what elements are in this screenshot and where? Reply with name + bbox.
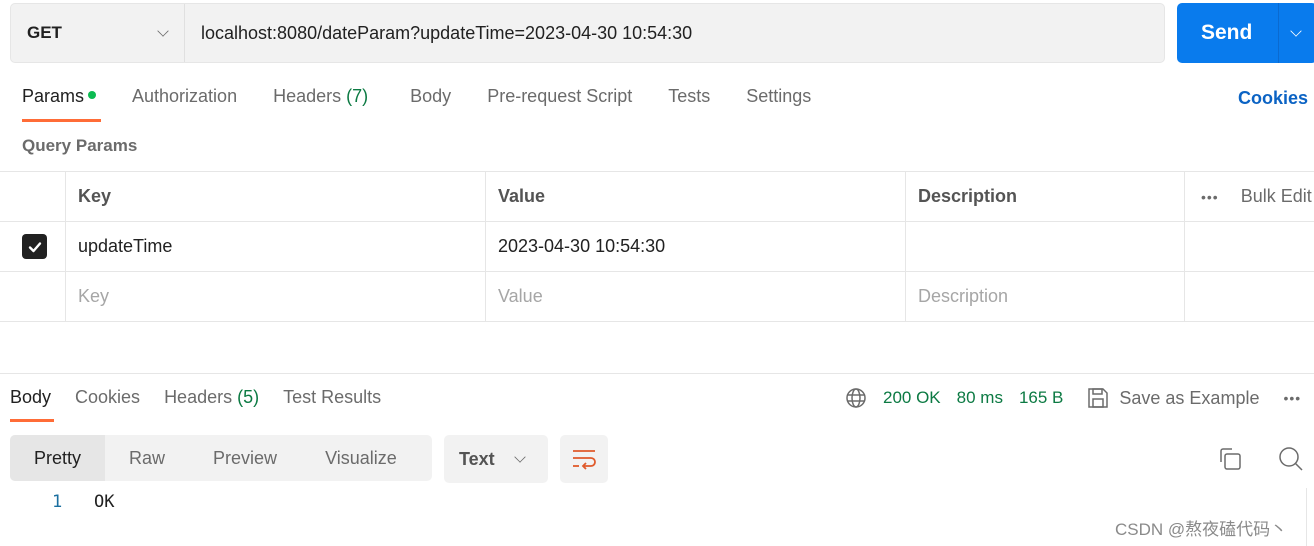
response-size[interactable]: 165 B (1019, 388, 1063, 408)
active-tab-indicator (22, 119, 101, 122)
key-column-header: Key (66, 172, 486, 221)
param-key[interactable]: updateTime (66, 222, 486, 271)
chevron-down-icon (514, 451, 526, 463)
param-description[interactable] (906, 222, 1185, 271)
view-preview[interactable]: Preview (189, 435, 301, 481)
search-button[interactable] (1278, 446, 1304, 477)
response-tab-headers[interactable]: Headers (5) (164, 387, 259, 408)
row-enabled-checkbox[interactable] (22, 234, 47, 259)
tab-authorization[interactable]: Authorization (132, 86, 237, 116)
method-select[interactable]: GET (11, 4, 185, 62)
copy-icon (1220, 448, 1241, 470)
tab-label: Body (410, 86, 452, 106)
line-number: 1 (52, 492, 63, 512)
response-time[interactable]: 80 ms (957, 388, 1003, 408)
copy-button[interactable] (1218, 447, 1242, 476)
chevron-down-icon (157, 25, 169, 37)
wrap-lines-icon (573, 450, 596, 470)
row-checkbox-cell (0, 272, 66, 321)
format-select[interactable]: Text (444, 435, 548, 483)
tab-pre-request-script[interactable]: Pre-request Script (487, 86, 632, 116)
row-checkbox-cell (0, 222, 66, 271)
code-line: OK (94, 492, 115, 512)
more-options-icon[interactable]: ••• (1201, 189, 1219, 205)
more-options-icon[interactable]: ••• (1283, 390, 1301, 406)
save-icon (1088, 388, 1109, 408)
checkbox-column-header (0, 172, 66, 221)
query-params-table: Key Value Description ••• Bulk Edit upda… (0, 171, 1314, 322)
response-tabs: Body Cookies Headers (5) Test Results (10, 387, 405, 408)
tab-settings[interactable]: Settings (746, 86, 811, 116)
headers-count: (7) (346, 86, 369, 106)
tab-label: Authorization (132, 86, 238, 106)
wrap-lines-button[interactable] (560, 435, 608, 483)
checkmark-icon (28, 241, 41, 252)
save-as-example-button[interactable]: Save as Example (1087, 387, 1259, 409)
tab-label: Pre-request Script (487, 86, 633, 106)
status-code[interactable]: 200 OK (883, 388, 941, 408)
tab-tests[interactable]: Tests (668, 86, 710, 116)
globe-icon[interactable] (845, 387, 867, 409)
view-mode-selector: Pretty Raw Preview Visualize (10, 435, 432, 481)
tab-label: Tests (668, 86, 711, 106)
tab-label: Params (22, 86, 85, 106)
row-spacer (1185, 272, 1314, 321)
table-header-row: Key Value Description ••• Bulk Edit (0, 172, 1314, 222)
tab-headers[interactable]: Headers (7) (273, 86, 368, 116)
response-body-editor[interactable]: 1 OK (52, 492, 114, 512)
send-divider (1278, 3, 1279, 63)
format-label: Text (459, 448, 495, 469)
tab-label: Settings (746, 86, 812, 106)
send-button[interactable]: Send (1177, 3, 1314, 63)
headers-count: (5) (237, 387, 260, 407)
editor-scrollbar[interactable] (1306, 488, 1307, 546)
active-response-tab-indicator (10, 419, 54, 422)
value-column-header: Value (486, 172, 906, 221)
table-row-new: Key Value Description (0, 272, 1314, 322)
request-tabs: Params Authorization Headers (7) Body Pr… (22, 86, 847, 116)
response-divider[interactable] (0, 373, 1314, 374)
new-value-input[interactable]: Value (486, 272, 906, 321)
row-spacer (1185, 222, 1314, 271)
response-tab-body[interactable]: Body (10, 387, 51, 408)
save-as-example-label: Save as Example (1119, 387, 1260, 408)
view-pretty[interactable]: Pretty (10, 435, 106, 481)
response-meta: 200 OK 80 ms 165 B Save as Example ••• (845, 387, 1301, 409)
table-row: updateTime 2023-04-30 10:54:30 (0, 222, 1314, 272)
response-tab-test-results[interactable]: Test Results (283, 387, 381, 408)
cookies-link[interactable]: Cookies (1238, 88, 1308, 109)
url-input[interactable]: localhost:8080/dateParam?updateTime=2023… (185, 23, 692, 44)
new-description-input[interactable]: Description (906, 272, 1185, 321)
new-key-input[interactable]: Key (66, 272, 486, 321)
watermark: CSDN @熬夜磕代码丶 (1115, 520, 1288, 539)
tab-body[interactable]: Body (410, 86, 451, 116)
response-tab-cookies[interactable]: Cookies (75, 387, 140, 408)
view-visualize[interactable]: Visualize (301, 435, 421, 481)
table-actions: ••• Bulk Edit (1185, 172, 1314, 221)
send-label: Send (1201, 21, 1253, 44)
method-label: GET (27, 23, 62, 42)
search-icon (1279, 447, 1303, 471)
url-bar: GET localhost:8080/dateParam?updateTime=… (10, 3, 1165, 63)
tab-params[interactable]: Params (22, 86, 97, 116)
param-value[interactable]: 2023-04-30 10:54:30 (486, 222, 906, 271)
view-raw[interactable]: Raw (105, 435, 189, 481)
tab-label: Headers (164, 387, 233, 407)
chevron-down-icon[interactable] (1290, 25, 1302, 37)
bulk-edit-link[interactable]: Bulk Edit (1241, 186, 1312, 207)
params-active-dot-icon (88, 91, 97, 99)
tab-label: Headers (273, 86, 342, 106)
query-params-title: Query Params (22, 136, 138, 155)
description-column-header: Description (906, 172, 1185, 221)
